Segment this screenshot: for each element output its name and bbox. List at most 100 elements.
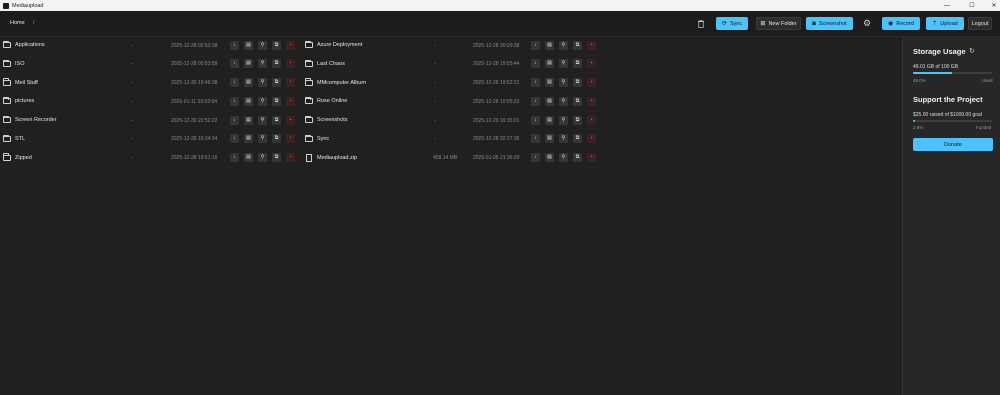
file-name[interactable]: Zipped (15, 155, 32, 161)
download-button[interactable]: ↓ (531, 153, 540, 162)
file-row[interactable]: MMcomputer Album - 2025-12-28 19:52:21 ↓ ▤ ⚲ ⧉… (302, 77, 602, 90)
record-button[interactable]: ◉ Record (882, 17, 920, 30)
link-button[interactable]: ⚲ (258, 153, 267, 162)
download-button[interactable]: ↓ (531, 115, 540, 125)
delete-button[interactable]: ▪ (587, 59, 596, 69)
file-row[interactable]: ISO - 2025-12-28 00:53:59 ↓ ▤ ⚲ ⧉ ▪ (0, 58, 300, 71)
save-button[interactable]: ▤ (244, 134, 253, 144)
delete-button[interactable]: ▪ (587, 153, 596, 162)
link-button[interactable]: ⚲ (559, 153, 568, 162)
file-name[interactable]: Mediaupload.zip (317, 155, 357, 161)
refresh-icon[interactable]: ↻ (969, 47, 975, 55)
file-row[interactable]: Azure Deployment - 2025-12-28 20:29:38 ↓ ▤ ⚲ ⧉… (302, 39, 602, 52)
link-button[interactable]: ⚲ (559, 96, 568, 106)
close-button[interactable]: ✕ (983, 0, 1000, 11)
delete-button[interactable]: ▪ (286, 40, 295, 50)
save-button[interactable]: ▤ (244, 40, 253, 50)
delete-button[interactable]: ▪ (286, 115, 295, 125)
delete-button[interactable]: ▪ (587, 40, 596, 50)
file-row[interactable]: Meil Stuff - 2025-12-30 19:46:38 ↓ ▤ ⚲ ⧉ ▪ (0, 77, 300, 90)
copy-button[interactable]: ⧉ (573, 40, 582, 50)
settings-button[interactable]: ⚙ (860, 17, 874, 30)
file-name[interactable]: Rose Online (317, 98, 347, 104)
download-button[interactable]: ↓ (230, 96, 239, 106)
save-button[interactable]: ▤ (244, 96, 253, 106)
download-button[interactable]: ↓ (531, 59, 540, 69)
link-button[interactable]: ⚲ (559, 134, 568, 144)
trash-button[interactable] (695, 17, 707, 30)
download-button[interactable]: ↓ (230, 115, 239, 125)
link-button[interactable]: ⚲ (559, 40, 568, 50)
file-name[interactable]: Last Chaos (317, 61, 345, 67)
file-name[interactable]: Sync (317, 136, 329, 142)
link-button[interactable]: ⚲ (258, 40, 267, 50)
copy-button[interactable]: ⧉ (573, 78, 582, 87)
sync-button[interactable]: ⟳ Sync (716, 17, 748, 30)
delete-button[interactable]: ▪ (587, 96, 596, 106)
download-button[interactable]: ↓ (531, 134, 540, 144)
file-name[interactable]: Azure Deployment (317, 42, 362, 48)
save-button[interactable]: ▤ (545, 134, 554, 144)
file-row[interactable]: pictures - 2026-01-11 03:52:04 ↓ ▤ ⚲ ⧉ ▪ (0, 95, 300, 108)
file-name[interactable]: STL (15, 136, 25, 142)
download-button[interactable]: ↓ (230, 153, 239, 162)
delete-button[interactable]: ▪ (286, 78, 295, 87)
copy-button[interactable]: ⧉ (272, 134, 281, 144)
file-row[interactable]: Zipped - 2025-12-28 19:51:16 ↓ ▤ ⚲ ⧉ ▪ (0, 152, 300, 165)
link-button[interactable]: ⚲ (559, 59, 568, 69)
copy-button[interactable]: ⧉ (272, 96, 281, 106)
download-button[interactable]: ↓ (230, 40, 239, 50)
link-button[interactable]: ⚲ (559, 115, 568, 125)
link-button[interactable]: ⚲ (258, 78, 267, 87)
copy-button[interactable]: ⧉ (573, 115, 582, 125)
file-row[interactable]: STL - 2025-12-28 16:34:24 ↓ ▤ ⚲ ⧉ ▪ (0, 133, 300, 146)
screenshot-button[interactable]: ◙ Screenshot (806, 17, 853, 30)
file-name[interactable]: MMcomputer Album (317, 80, 366, 86)
breadcrumb-home[interactable]: Home (10, 20, 25, 26)
file-row[interactable]: Sync - 2025-12-28 02:27:36 ↓ ▤ ⚲ ⧉ ▪ (302, 133, 602, 146)
file-row[interactable]: Mediaupload.zip 458.14 MB 2026-01-05 21:36… (302, 152, 602, 165)
file-name[interactable]: Screen Recorder (15, 117, 57, 123)
new-folder-button[interactable]: ⊞ New Folder (756, 17, 801, 30)
save-button[interactable]: ▤ (545, 96, 554, 106)
delete-button[interactable]: ▪ (286, 59, 295, 69)
save-button[interactable]: ▤ (545, 40, 554, 50)
file-row[interactable]: Screenshots - 2025-12-29 19:35:01 ↓ ▤ ⚲ ⧉ ▪ (302, 114, 602, 127)
save-button[interactable]: ▤ (545, 59, 554, 69)
delete-button[interactable]: ▪ (286, 96, 295, 106)
copy-button[interactable]: ⧉ (272, 115, 281, 125)
maximize-button[interactable]: ☐ (961, 0, 983, 11)
save-button[interactable]: ▤ (244, 59, 253, 69)
link-button[interactable]: ⚲ (258, 115, 267, 125)
donate-button[interactable]: Donate (913, 138, 993, 151)
link-button[interactable]: ⚲ (559, 78, 568, 87)
file-name[interactable]: Applications (15, 42, 45, 48)
file-row[interactable]: Rose Online - 2025-12-28 19:55:23 ↓ ▤ ⚲ ⧉ ▪ (302, 95, 602, 108)
delete-button[interactable]: ▪ (286, 134, 295, 144)
copy-button[interactable]: ⧉ (272, 78, 281, 87)
copy-button[interactable]: ⧉ (272, 40, 281, 50)
minimize-button[interactable]: — (936, 0, 958, 11)
delete-button[interactable]: ▪ (587, 115, 596, 125)
link-button[interactable]: ⚲ (258, 59, 267, 69)
file-name[interactable]: ISO (15, 61, 24, 67)
download-button[interactable]: ↓ (230, 134, 239, 144)
save-button[interactable]: ▤ (545, 115, 554, 125)
file-row[interactable]: Screen Recorder - 2025-12-30 22:52:22 ↓ ▤ ⚲ ⧉ ▪ (0, 114, 300, 127)
copy-button[interactable]: ⧉ (573, 153, 582, 162)
file-name[interactable]: pictures (15, 98, 34, 104)
upload-button[interactable]: ⇡ Upload (926, 17, 964, 30)
file-name[interactable]: Screenshots (317, 117, 348, 123)
save-button[interactable]: ▤ (244, 153, 253, 162)
file-row[interactable]: Last Chaos - 2025-12-28 19:55:44 ↓ ▤ ⚲ ⧉ ▪ (302, 58, 602, 71)
copy-button[interactable]: ⧉ (573, 96, 582, 106)
download-button[interactable]: ↓ (531, 78, 540, 87)
download-button[interactable]: ↓ (531, 40, 540, 50)
link-button[interactable]: ⚲ (258, 134, 267, 144)
download-button[interactable]: ↓ (230, 78, 239, 87)
copy-button[interactable]: ⧉ (573, 134, 582, 144)
delete-button[interactable]: ▪ (587, 134, 596, 144)
copy-button[interactable]: ⧉ (272, 153, 281, 162)
save-button[interactable]: ▤ (244, 78, 253, 87)
file-row[interactable]: Applications - 2025-12-28 02:53:38 ↓ ▤ ⚲ ⧉ ▪ (0, 39, 300, 52)
